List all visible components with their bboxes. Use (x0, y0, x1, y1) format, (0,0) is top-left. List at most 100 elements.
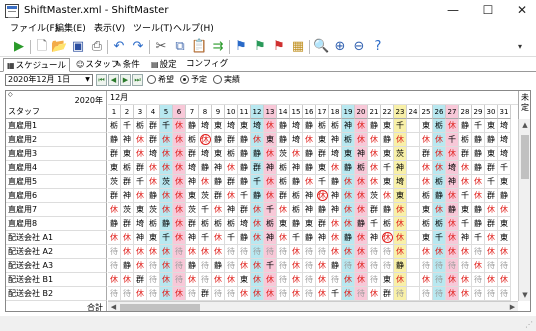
shift-cell[interactable]: 待 (433, 273, 446, 287)
staff-name[interactable]: 直雇用7 (6, 203, 107, 217)
staff-name[interactable]: 直雇用3 (6, 147, 107, 161)
shift-cell[interactable]: 休 (355, 189, 368, 203)
shift-cell[interactable]: 休 (446, 245, 459, 259)
shift-cell[interactable]: 千 (329, 287, 342, 301)
shift-cell[interactable]: 休 (342, 287, 355, 301)
shift-cell[interactable]: 群 (485, 217, 498, 231)
shift-cell[interactable]: 神 (186, 175, 199, 189)
shift-cell[interactable]: 休 (173, 133, 186, 147)
paste-icon[interactable]: 📋 (191, 39, 207, 55)
shift-cell[interactable]: 休 (108, 231, 121, 245)
shift-cell[interactable]: 休 (251, 287, 264, 301)
shift-cell[interactable]: 休 (225, 161, 238, 175)
shift-cell[interactable]: 東 (381, 147, 394, 161)
shift-cell[interactable]: 栃 (277, 161, 290, 175)
shift-cell[interactable]: 栃 (433, 217, 446, 231)
shift-cell[interactable]: 待 (251, 245, 264, 259)
shift-cell[interactable]: 休 (342, 217, 355, 231)
shift-cell[interactable]: 休 (212, 245, 225, 259)
shift-cell[interactable]: 休 (433, 161, 446, 175)
shift-cell[interactable]: 待 (277, 273, 290, 287)
shift-cell[interactable]: 休 (355, 231, 368, 245)
shift-cell[interactable]: 埼 (394, 175, 407, 189)
zoom-out-icon[interactable]: ⊖ (351, 39, 367, 55)
shift-cell[interactable]: 静 (368, 119, 381, 133)
scroll-thumb[interactable] (120, 304, 200, 311)
last-month-button[interactable]: ⏭ (132, 74, 143, 86)
shift-cell[interactable]: 待 (173, 245, 186, 259)
shift-cell[interactable]: 休 (342, 175, 355, 189)
shift-cell[interactable]: 東 (381, 175, 394, 189)
shift-cell[interactable]: 休 (160, 133, 173, 147)
radio-planned[interactable] (180, 75, 189, 84)
shift-cell[interactable]: 千 (160, 231, 173, 245)
open-folder-icon[interactable]: 📂 (51, 39, 67, 55)
shift-cell[interactable]: 東 (381, 119, 394, 133)
resize-grip-icon[interactable]: ⋰ (525, 320, 534, 329)
shift-cell[interactable]: 群 (134, 273, 147, 287)
shift-cell[interactable]: 休 (394, 231, 407, 245)
shift-cell[interactable]: 群 (238, 203, 251, 217)
shift-cell[interactable]: 茨 (394, 147, 407, 161)
shift-cell[interactable]: 待 (303, 245, 316, 259)
shift-cell[interactable]: 待 (277, 259, 290, 273)
save-icon[interactable]: ▣ (70, 39, 86, 55)
shift-cell[interactable]: 休 (160, 259, 173, 273)
shift-cell[interactable]: 東 (342, 147, 355, 161)
shift-cell[interactable]: 神 (264, 231, 277, 245)
shift-cell[interactable]: 待 (355, 287, 368, 301)
shift-cell[interactable]: 静 (238, 231, 251, 245)
shift-cell[interactable]: 千 (459, 217, 472, 231)
shift-cell[interactable]: 休 (264, 119, 277, 133)
shift-cell[interactable]: 東 (381, 273, 394, 287)
shift-cell[interactable]: 休 (342, 273, 355, 287)
toolbar-overflow-icon[interactable]: ▾ (512, 39, 528, 55)
shift-cell[interactable]: 栃 (134, 119, 147, 133)
shift-cell[interactable]: 休 (459, 273, 472, 287)
shift-cell[interactable]: 千 (446, 133, 459, 147)
shift-cell[interactable]: 神 (225, 203, 238, 217)
shift-cell[interactable]: 神 (355, 147, 368, 161)
staff-name[interactable]: 直雇用6 (6, 189, 107, 203)
shift-cell[interactable]: 休 (160, 273, 173, 287)
shift-cell[interactable]: 待 (381, 245, 394, 259)
shift-cell[interactable]: 待 (368, 245, 381, 259)
grid-star-icon[interactable]: ▦ (290, 39, 306, 55)
shift-cell[interactable]: 待 (472, 245, 485, 259)
shift-cell[interactable]: 静 (472, 203, 485, 217)
shift-cell[interactable]: 休 (212, 203, 225, 217)
shift-cell[interactable]: 神 (264, 161, 277, 175)
shift-cell[interactable]: 千 (238, 189, 251, 203)
shift-cell[interactable]: 千 (199, 203, 212, 217)
shift-cell[interactable]: 東 (147, 231, 160, 245)
shift-cell[interactable]: 休 (498, 203, 511, 217)
shift-cell[interactable]: 休 (420, 161, 433, 175)
shift-cell[interactable]: 待 (225, 259, 238, 273)
shift-cell[interactable]: 神 (329, 133, 342, 147)
shift-cell[interactable]: 東 (121, 147, 134, 161)
shift-cell[interactable]: 休 (355, 259, 368, 273)
shift-cell[interactable]: 東 (134, 203, 147, 217)
vertical-scrollbar[interactable]: ▲ ▼ (518, 119, 530, 301)
shift-cell[interactable]: 埼 (498, 147, 511, 161)
shift-cell[interactable] (407, 161, 420, 175)
radio-actual[interactable] (213, 75, 222, 84)
shift-cell[interactable]: 休 (485, 273, 498, 287)
shift-cell[interactable]: 埼 (498, 119, 511, 133)
shift-cell[interactable] (407, 175, 420, 189)
shift-cell[interactable]: 休 (394, 217, 407, 231)
shift-cell[interactable]: 東 (498, 217, 511, 231)
shift-cell[interactable]: 東 (264, 133, 277, 147)
shift-cell[interactable]: 休 (225, 189, 238, 203)
staff-name[interactable]: 直雇用1 (6, 119, 107, 133)
shift-cell[interactable]: 休 (303, 133, 316, 147)
shift-cell[interactable]: 休 (472, 259, 485, 273)
shift-cell[interactable]: 埼 (498, 133, 511, 147)
shift-cell[interactable]: 千 (472, 231, 485, 245)
shift-cell[interactable]: 休 (251, 217, 264, 231)
shift-cell[interactable]: 静 (238, 175, 251, 189)
shift-cell[interactable]: 休 (368, 287, 381, 301)
shift-cell[interactable]: 休 (264, 273, 277, 287)
shift-cell[interactable]: 休 (381, 231, 394, 245)
scroll-up-icon[interactable]: ▲ (519, 119, 530, 131)
